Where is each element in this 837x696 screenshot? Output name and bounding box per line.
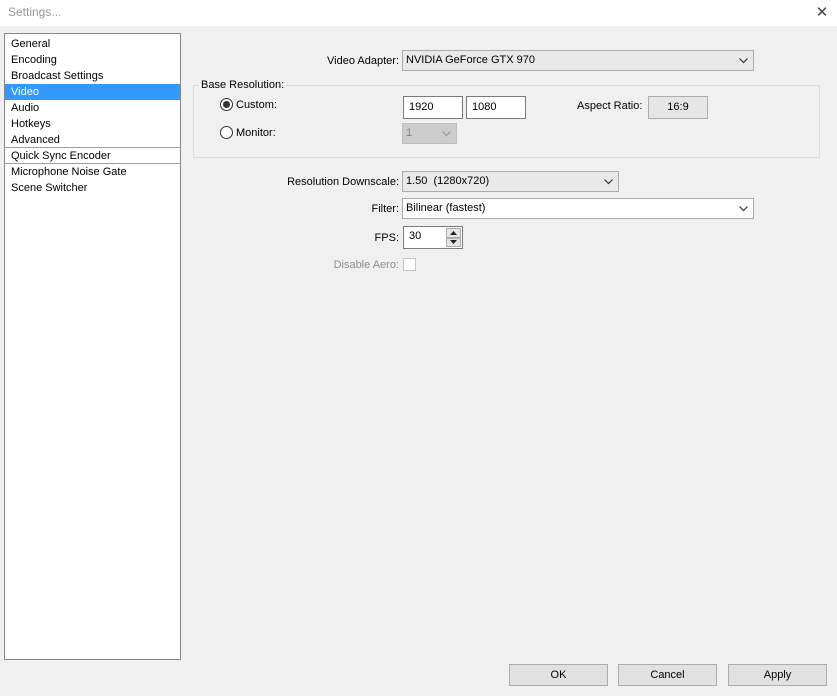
arrow-down-icon bbox=[450, 240, 457, 245]
apply-button[interactable]: Apply bbox=[728, 664, 827, 686]
resolution-downscale-select[interactable]: 1.50 (1280x720) bbox=[402, 171, 619, 192]
resolution-downscale-value: 1.50 (1280x720) bbox=[406, 175, 490, 187]
close-icon: ✕ bbox=[815, 4, 829, 21]
chevron-down-icon bbox=[602, 172, 614, 191]
monitor-value: 1 bbox=[406, 127, 413, 139]
title-bar: Settings... ✕ bbox=[0, 0, 837, 26]
close-button[interactable]: ✕ bbox=[807, 0, 837, 24]
video-adapter-label: Video Adapter: bbox=[327, 55, 399, 67]
sidebar-item-general[interactable]: General bbox=[5, 36, 180, 52]
ok-button[interactable]: OK bbox=[509, 664, 608, 686]
fps-decrement-button[interactable] bbox=[446, 237, 461, 247]
video-adapter-value: NVIDIA GeForce GTX 970 bbox=[406, 54, 535, 66]
disable-aero-checkbox[interactable] bbox=[403, 258, 416, 271]
fps-spin-buttons bbox=[446, 228, 461, 247]
radio-selected-dot bbox=[223, 101, 230, 108]
sidebar-item-audio[interactable]: Audio bbox=[5, 100, 180, 116]
monitor-radio[interactable] bbox=[220, 126, 233, 139]
sidebar-item-microphone-noise-gate[interactable]: Microphone Noise Gate bbox=[5, 164, 180, 180]
aspect-ratio-label: Aspect Ratio: bbox=[577, 100, 643, 112]
filter-label: Filter: bbox=[371, 203, 400, 215]
custom-radio[interactable] bbox=[220, 98, 233, 111]
base-width-input[interactable]: 1920 bbox=[403, 96, 463, 119]
custom-label: Custom: bbox=[236, 99, 277, 111]
sidebar-item-video[interactable]: Video bbox=[5, 84, 180, 100]
monitor-select[interactable]: 1 bbox=[402, 123, 457, 144]
window-title: Settings... bbox=[8, 5, 62, 19]
sidebar-item-broadcast-settings[interactable]: Broadcast Settings bbox=[5, 68, 180, 84]
sidebar-item-advanced[interactable]: Advanced bbox=[5, 132, 180, 148]
arrow-up-icon bbox=[450, 230, 457, 235]
chevron-down-icon bbox=[440, 124, 452, 143]
base-resolution-label: Base Resolution: bbox=[199, 79, 287, 91]
monitor-label: Monitor: bbox=[236, 127, 276, 139]
resolution-downscale-label: Resolution Downscale: bbox=[287, 176, 399, 188]
disable-aero-label: Disable Aero: bbox=[333, 259, 399, 271]
chevron-down-icon bbox=[737, 51, 749, 70]
filter-select[interactable]: Bilinear (fastest) bbox=[402, 198, 754, 219]
sidebar-item-quick-sync-encoder[interactable]: Quick Sync Encoder bbox=[5, 148, 180, 164]
fps-spinbox[interactable]: 30 bbox=[403, 226, 463, 249]
sidebar-item-encoding[interactable]: Encoding bbox=[5, 52, 180, 68]
cancel-button[interactable]: Cancel bbox=[618, 664, 717, 686]
filter-value: Bilinear (fastest) bbox=[406, 202, 486, 214]
fps-value: 30 bbox=[409, 230, 422, 242]
sidebar-item-hotkeys[interactable]: Hotkeys bbox=[5, 116, 180, 132]
aspect-ratio-value: 16:9 bbox=[648, 96, 708, 119]
fps-label: FPS: bbox=[374, 232, 399, 244]
settings-category-list[interactable]: General Encoding Broadcast Settings Vide… bbox=[4, 33, 181, 660]
sidebar-item-scene-switcher[interactable]: Scene Switcher bbox=[5, 180, 180, 196]
fps-increment-button[interactable] bbox=[446, 228, 461, 238]
video-adapter-select[interactable]: NVIDIA GeForce GTX 970 bbox=[402, 50, 754, 71]
base-height-input[interactable]: 1080 bbox=[466, 96, 526, 119]
chevron-down-icon bbox=[737, 199, 749, 218]
